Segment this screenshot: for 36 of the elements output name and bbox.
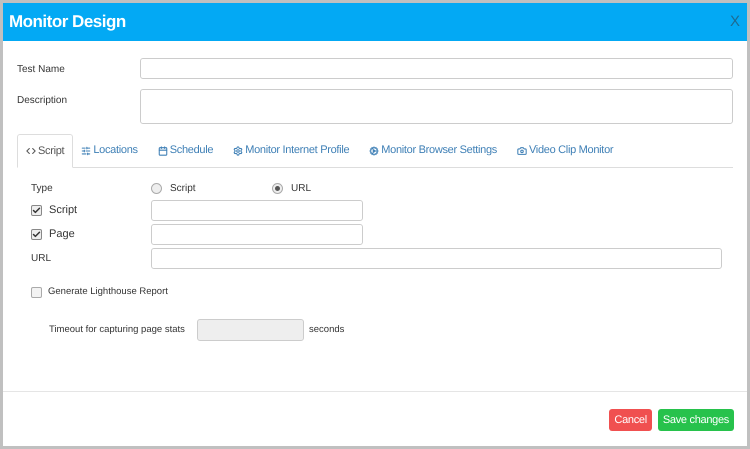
- camera-icon: [516, 146, 527, 156]
- type-label: Type: [31, 182, 54, 196]
- tab[interactable]: Monitor Internet Profile: [225, 134, 358, 167]
- field-label: Page: [49, 227, 75, 242]
- gear-icon: [233, 146, 244, 156]
- text-field[interactable]: [151, 248, 722, 269]
- calendar-icon: [158, 146, 168, 156]
- field-label: Test Name: [17, 63, 66, 77]
- code-icon: [26, 146, 36, 156]
- text-field[interactable]: [140, 58, 733, 79]
- field-label: Script: [49, 203, 78, 218]
- tab[interactable]: Script: [17, 134, 74, 168]
- radio-label: Script: [170, 182, 196, 196]
- checkbox-label: Generate Lighthouse Report: [48, 285, 168, 299]
- timeout-label: Timeout for capturing page stats: [49, 323, 186, 338]
- checkbox[interactable]: [31, 205, 42, 216]
- radio-button[interactable]: [272, 182, 283, 194]
- tab[interactable]: Video Clip Monitor: [508, 134, 622, 167]
- tab[interactable]: Locations: [73, 134, 146, 167]
- radio-button[interactable]: [151, 182, 162, 194]
- checkbox[interactable]: [31, 229, 42, 240]
- cancel-button[interactable]: Cancel: [609, 409, 652, 431]
- tab[interactable]: Monitor Browser Settings: [361, 134, 505, 167]
- text-field[interactable]: [151, 224, 363, 245]
- text-field[interactable]: [151, 200, 363, 221]
- radio-label: URL: [291, 182, 312, 196]
- description-field[interactable]: [140, 89, 733, 124]
- checkbox[interactable]: [31, 286, 42, 298]
- field-label: Description: [17, 94, 68, 108]
- unit-label: seconds: [309, 323, 344, 338]
- tab[interactable]: Schedule: [150, 134, 222, 167]
- field-label: URL: [31, 252, 52, 266]
- close-button[interactable]: X: [730, 10, 741, 34]
- window-title: Monitor Design: [9, 11, 126, 34]
- save-button[interactable]: Save changes: [658, 409, 734, 431]
- sliders-icon: [81, 146, 92, 156]
